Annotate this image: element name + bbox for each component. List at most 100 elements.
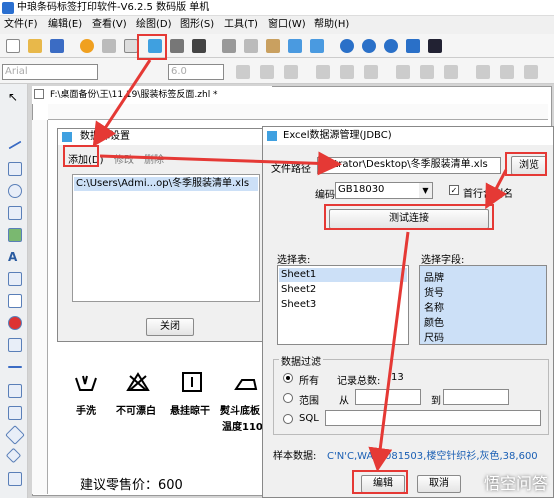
format-toolbar: Arial 6.0	[0, 58, 554, 84]
zoom-out-icon[interactable]	[362, 39, 376, 53]
paragraph-tool-icon[interactable]	[8, 272, 22, 286]
record-total-label: 记录总数:	[337, 376, 381, 387]
field-item[interactable]: 颜色	[424, 314, 444, 329]
print-preview-icon[interactable]	[124, 39, 138, 53]
redo-icon[interactable]	[310, 39, 324, 53]
box-tool-icon[interactable]	[8, 338, 22, 352]
field-item[interactable]: 品牌	[424, 269, 444, 284]
font-name-select[interactable]: Arial	[2, 64, 98, 80]
first-row-checkbox[interactable]: ✓	[449, 185, 459, 195]
align-bottom-icon[interactable]	[444, 65, 458, 79]
tables-list[interactable]: Sheet1 Sheet2 Sheet3	[277, 265, 409, 345]
main-toolbar	[0, 34, 554, 58]
text-tool-icon[interactable]: A	[8, 250, 22, 264]
database-list-item[interactable]: C:\Users\Admi...op\冬季服装清单.xls	[74, 177, 258, 191]
cancel-button[interactable]: 取消	[417, 475, 461, 493]
ellipse-tool-icon[interactable]	[8, 184, 22, 198]
range-from-input[interactable]	[355, 389, 421, 405]
rectangle-tool-icon[interactable]	[8, 162, 22, 176]
table-item[interactable]: Sheet3	[279, 298, 316, 312]
align-left-icon[interactable]	[316, 65, 330, 79]
app-logo-icon	[2, 2, 14, 14]
copy-icon[interactable]	[244, 39, 258, 53]
field-item[interactable]: 名称	[424, 299, 444, 314]
distribute-h-icon[interactable]	[476, 65, 490, 79]
distribute-v-icon[interactable]	[500, 65, 514, 79]
italic-icon[interactable]	[260, 65, 274, 79]
zoom-in-icon[interactable]	[340, 39, 354, 53]
cut-icon[interactable]	[222, 39, 236, 53]
menu-file[interactable]: 文件(F)	[4, 16, 38, 34]
open-folder-icon[interactable]	[28, 39, 42, 53]
menu-help[interactable]: 帮助(H)	[314, 16, 349, 34]
close-button[interactable]: 关闭	[146, 318, 194, 336]
align-middle-icon[interactable]	[420, 65, 434, 79]
document-tab-label: F:\桌面备份\王\11.19\服装标签反面.zhl *	[50, 90, 218, 100]
bold-icon[interactable]	[236, 65, 250, 79]
barcode-icon[interactable]	[170, 39, 184, 53]
database-settings-titlebar: 数据库设置	[58, 129, 265, 145]
file-path-input[interactable]: nistrator\Desktop\冬季服装清单.xls	[317, 157, 501, 174]
arrow-tool-icon[interactable]	[8, 472, 22, 486]
menu-edit[interactable]: 编辑(E)	[48, 16, 82, 34]
diamond-tool-icon[interactable]	[5, 447, 22, 464]
save-icon[interactable]	[50, 39, 64, 53]
menu-tools[interactable]: 工具(T)	[224, 16, 258, 34]
horizontal-ruler	[48, 104, 548, 120]
delete-button[interactable]: 删除	[144, 151, 164, 166]
new-file-icon[interactable]	[6, 39, 20, 53]
menu-view[interactable]: 查看(V)	[92, 16, 127, 34]
filter-all-radio[interactable]	[283, 373, 293, 383]
pointer-icon[interactable]: ↖	[8, 90, 22, 104]
curve-tool-icon[interactable]	[8, 406, 22, 420]
range-to-input[interactable]	[443, 389, 509, 405]
menu-draw[interactable]: 绘图(D)	[136, 16, 172, 34]
filter-all-label: 所有	[299, 376, 319, 387]
print-icon[interactable]	[102, 39, 116, 53]
hline-tool-icon[interactable]	[8, 366, 22, 368]
image-tool-icon[interactable]	[8, 228, 22, 242]
filter-label: 数据过滤	[279, 353, 323, 368]
line-tool-icon[interactable]	[8, 140, 22, 150]
dice-icon[interactable]	[428, 39, 442, 53]
zoom-page-icon[interactable]	[406, 39, 420, 53]
zoom-fit-icon[interactable]	[384, 39, 398, 53]
field-item[interactable]: 货号	[424, 284, 444, 299]
polygon-tool-icon[interactable]	[8, 384, 22, 398]
underline-icon[interactable]	[284, 65, 298, 79]
label-price: 建议零售价：600	[80, 478, 183, 493]
sql-input[interactable]	[325, 410, 541, 426]
grid-icon[interactable]	[192, 39, 206, 53]
align-top-icon[interactable]	[396, 65, 410, 79]
align-right-icon[interactable]	[364, 65, 378, 79]
title-bar: 中琅条码标签打印软件-V6.2.5 数码版 单机	[0, 0, 554, 16]
filter-range-radio[interactable]	[283, 393, 293, 403]
vertical-ruler	[32, 120, 48, 494]
fields-list[interactable]: 品牌 货号 名称 颜色 尺码	[419, 265, 547, 345]
drawing-tools-panel: ↖ A	[0, 84, 28, 498]
menu-window[interactable]: 窗口(W)	[268, 16, 306, 34]
document-tab[interactable]: F:\桌面备份\王\11.19\服装标签反面.zhl *	[32, 86, 272, 104]
hang-dry-icon	[180, 372, 204, 392]
chevron-down-icon[interactable]: ▼	[419, 183, 432, 198]
triangle-tool-icon[interactable]	[5, 425, 25, 445]
database-settings-title: 数据库设置	[80, 131, 130, 142]
same-size-icon[interactable]	[524, 65, 538, 79]
table-item[interactable]: Sheet2	[279, 283, 316, 297]
barcode-tool-icon[interactable]	[8, 294, 22, 308]
undo-icon[interactable]	[288, 39, 302, 53]
database-list[interactable]: C:\Users\Admi...op\冬季服装清单.xls	[72, 174, 260, 302]
font-size-select[interactable]: 6.0	[168, 64, 224, 80]
circle-fill-tool-icon[interactable]	[8, 316, 22, 330]
paste-icon[interactable]	[266, 39, 280, 53]
table-item[interactable]: Sheet1	[279, 268, 407, 282]
settings-gear-icon[interactable]	[80, 39, 94, 53]
modify-button[interactable]: 修改	[114, 151, 134, 166]
menu-bar: 文件(F) 编辑(E) 查看(V) 绘图(D) 图形(S) 工具(T) 窗口(W…	[0, 16, 554, 34]
filter-sql-radio[interactable]	[283, 414, 293, 424]
field-item[interactable]: 尺码	[424, 329, 444, 344]
menu-shape[interactable]: 图形(S)	[180, 16, 214, 34]
align-center-icon[interactable]	[340, 65, 354, 79]
excel-dialog-title: Excel数据源管理(JDBC)	[283, 130, 392, 141]
rounded-rect-tool-icon[interactable]	[8, 206, 22, 220]
